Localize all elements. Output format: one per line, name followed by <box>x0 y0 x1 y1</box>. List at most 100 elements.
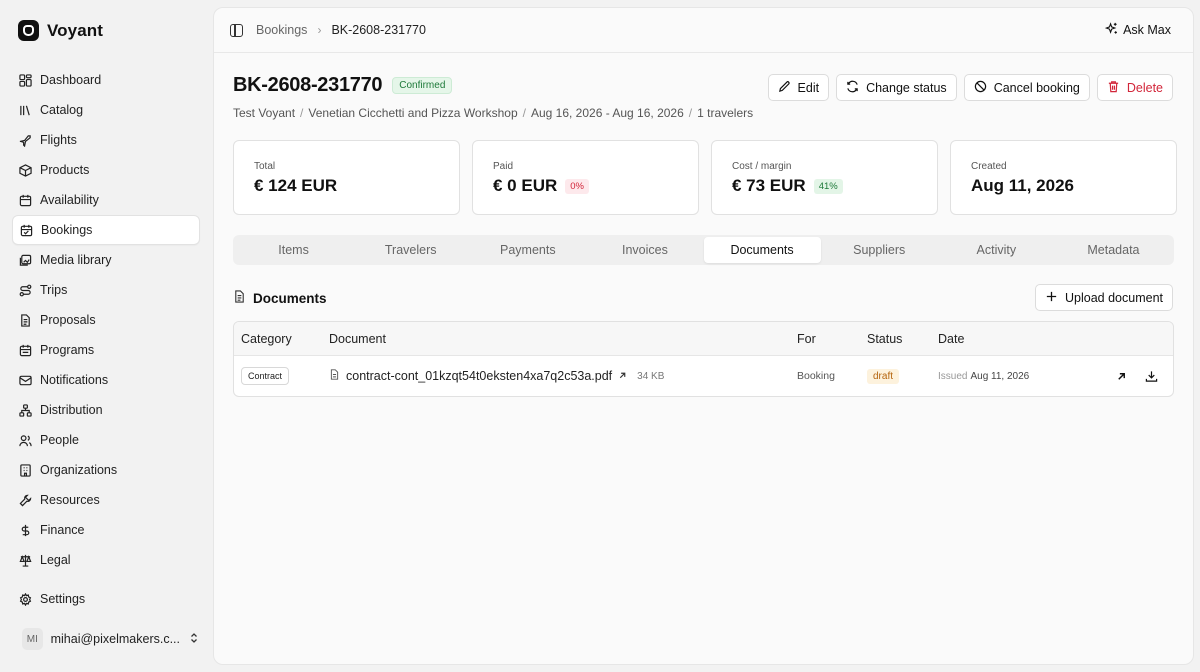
sidebar-item-trips[interactable]: Trips <box>12 275 200 305</box>
external-link-icon[interactable] <box>618 369 627 383</box>
sidebar-item-label: Bookings <box>41 223 93 237</box>
sidebar-item-label: Notifications <box>40 373 109 387</box>
sidebar-item-availability[interactable]: Availability <box>12 185 200 215</box>
sidebar-item-notifications[interactable]: Notifications <box>12 365 200 395</box>
sidebar-item-legal[interactable]: Legal <box>12 545 200 575</box>
sidebar-item-label: Dashboard <box>40 73 102 87</box>
sidebar-item-label: Distribution <box>40 403 103 417</box>
paid-percent-badge: 0% <box>565 178 589 194</box>
header-actions: Edit Change status Cancel booking Delete <box>767 74 1173 101</box>
sidebar-item-label: Trips <box>40 283 68 297</box>
booking-header: BK-2608-231770 Confirmed Test Voyant / V… <box>233 74 753 120</box>
delete-label: Delete <box>1126 80 1163 95</box>
stat-created: Created Aug 11, 2026 <box>950 140 1177 215</box>
file-icon <box>19 313 32 327</box>
category-chip: Contract <box>241 367 290 385</box>
delete-button[interactable]: Delete <box>1096 74 1173 101</box>
breadcrumb-bookings-link[interactable]: Bookings <box>256 23 307 37</box>
sidebar-item-programs[interactable]: Programs <box>12 335 200 365</box>
mail-icon <box>19 374 32 387</box>
sidebar: Voyant Dashboard Catalog Flights Product… <box>0 0 212 672</box>
booking-summary: Test Voyant / Venetian Cicchetti and Piz… <box>233 106 754 120</box>
sidebar-item-label: Legal <box>40 553 71 567</box>
sidebar-item-label: Media library <box>40 253 112 267</box>
tab-metadata[interactable]: Metadata <box>1055 237 1172 263</box>
tab-documents[interactable]: Documents <box>703 237 821 263</box>
sidebar-item-bookings[interactable]: Bookings <box>12 215 200 245</box>
breadcrumb: Bookings › BK-2608-231770 <box>256 23 426 37</box>
cancel-booking-button[interactable]: Cancel booking <box>963 74 1090 101</box>
stat-value: € 73 EUR <box>732 176 806 195</box>
tab-items[interactable]: Items <box>235 237 352 263</box>
stat-value: Aug 11, 2026 <box>971 176 1075 195</box>
upload-document-button[interactable]: Upload document <box>1035 284 1173 311</box>
sidebar-item-organizations[interactable]: Organizations <box>12 455 200 485</box>
calendar-icon <box>19 194 32 207</box>
user-menu[interactable]: MI mihai@pixelmakers.c... <box>12 624 200 654</box>
booking-tabs: Items Travelers Payments Invoices Docume… <box>233 235 1174 265</box>
upload-document-label: Upload document <box>1065 290 1163 305</box>
avatar: MI <box>22 628 43 650</box>
breadcrumb-current: BK-2608-231770 <box>331 23 426 37</box>
scale-icon <box>19 554 32 567</box>
tab-invoices[interactable]: Invoices <box>586 237 703 263</box>
file-text-icon <box>233 290 246 306</box>
refresh-icon <box>846 80 859 96</box>
booking-dates: Aug 16, 2026 - Aug 16, 2026 <box>530 106 684 120</box>
table-header: Category Document For Status Date <box>234 322 1173 356</box>
ask-max-button[interactable]: Ask Max <box>1104 22 1171 38</box>
document-link[interactable]: contract-cont_01kzqt54t0eksten4xa7q2c53a… <box>346 369 612 383</box>
sparkles-icon <box>1104 22 1118 38</box>
sidebar-item-distribution[interactable]: Distribution <box>12 395 200 425</box>
product-name: Venetian Cicchetti and Pizza Workshop <box>308 106 518 120</box>
tab-suppliers[interactable]: Suppliers <box>821 237 938 263</box>
file-size: 34 KB <box>637 370 665 382</box>
sidebar-item-media-library[interactable]: Media library <box>12 245 200 275</box>
dashboard-icon <box>19 73 32 87</box>
dollar-icon <box>19 524 32 537</box>
sidebar-toggle-icon[interactable] <box>230 24 243 37</box>
stat-label: Cost / margin <box>732 161 792 172</box>
voyant-logo-icon <box>18 20 39 41</box>
sidebar-item-products[interactable]: Products <box>12 155 200 185</box>
sidebar-nav: Dashboard Catalog Flights Products Avail… <box>12 65 200 575</box>
column-header-category: Category <box>241 331 292 346</box>
sidebar-item-people[interactable]: People <box>12 425 200 455</box>
change-status-button[interactable]: Change status <box>836 74 957 101</box>
stat-label: Paid <box>493 161 514 172</box>
catalog-icon <box>19 104 32 117</box>
sidebar-item-label: Finance <box>40 523 85 537</box>
ask-max-label: Ask Max <box>1123 23 1171 37</box>
trash-icon <box>1107 80 1120 96</box>
wrench-icon <box>19 494 32 507</box>
stat-value: € 124 EUR <box>254 176 338 195</box>
tab-activity[interactable]: Activity <box>938 237 1055 263</box>
tab-payments[interactable]: Payments <box>469 237 586 263</box>
sidebar-item-label: Resources <box>40 493 100 507</box>
cancel-booking-label: Cancel booking <box>993 80 1080 95</box>
sidebar-item-catalog[interactable]: Catalog <box>12 95 200 125</box>
table-row: Contract contract-cont_01kzqt54t0eksten4… <box>234 356 1173 396</box>
open-external-icon[interactable] <box>1114 369 1128 383</box>
brand[interactable]: Voyant <box>18 20 103 41</box>
customer-name: Test Voyant <box>233 106 296 120</box>
sidebar-item-dashboard[interactable]: Dashboard <box>12 65 200 95</box>
sidebar-item-resources[interactable]: Resources <box>12 485 200 515</box>
edit-button[interactable]: Edit <box>767 74 830 101</box>
sidebar-item-label: Organizations <box>40 463 118 477</box>
sidebar-item-label: Products <box>40 163 90 177</box>
sidebar-item-finance[interactable]: Finance <box>12 515 200 545</box>
building-icon <box>19 463 32 477</box>
sidebar-item-flights[interactable]: Flights <box>12 125 200 155</box>
route-icon <box>19 284 32 297</box>
tab-travelers[interactable]: Travelers <box>352 237 469 263</box>
download-icon[interactable] <box>1144 369 1158 383</box>
issued-date: Aug 11, 2026 <box>970 370 1030 382</box>
sidebar-item-settings[interactable]: Settings <box>12 584 200 614</box>
sidebar-item-label: People <box>40 433 79 447</box>
stat-label: Total <box>254 161 276 172</box>
traveler-count: 1 travelers <box>697 106 754 120</box>
user-email: mihai@pixelmakers.c... <box>50 632 180 646</box>
change-status-label: Change status <box>866 80 947 95</box>
sidebar-item-proposals[interactable]: Proposals <box>12 305 200 335</box>
